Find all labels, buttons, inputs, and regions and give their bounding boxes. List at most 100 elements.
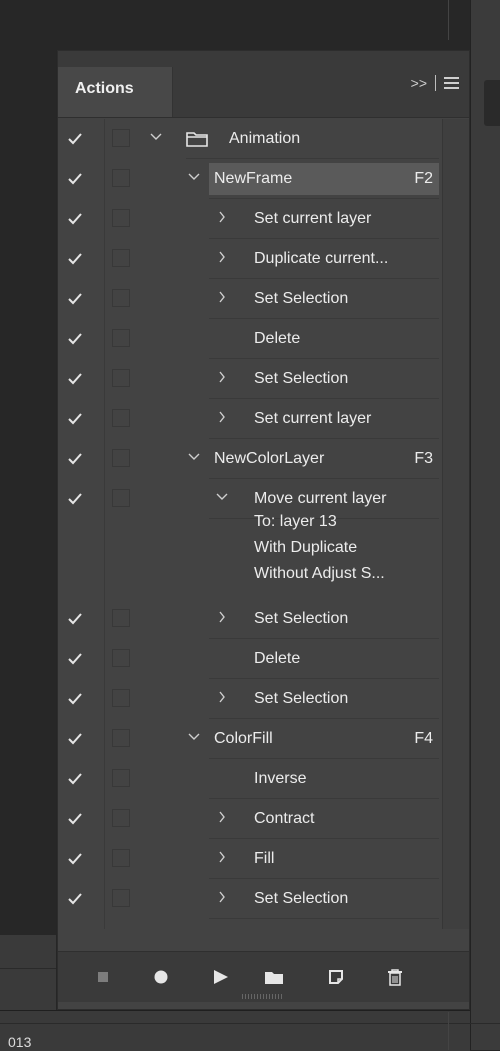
tab-actions-label: Actions <box>75 80 134 97</box>
toggle-dialog-box[interactable] <box>112 209 130 227</box>
stop-icon[interactable] <box>98 968 108 986</box>
toggle-dialog-box[interactable] <box>112 769 130 787</box>
bottom-panel-text: 013 <box>8 1034 32 1050</box>
record-icon[interactable] <box>154 968 168 986</box>
chevron-down-icon[interactable] <box>150 131 162 145</box>
action-step-row[interactable]: Fill <box>58 839 443 879</box>
toggle-dialog-box[interactable] <box>112 369 130 387</box>
chevron-right-icon[interactable] <box>216 291 228 305</box>
action-step-row[interactable]: Set current layer <box>58 399 443 439</box>
chevron-right-icon[interactable] <box>216 611 228 625</box>
toggle-item-checkmark-icon[interactable] <box>68 172 82 186</box>
action-step-row[interactable]: Set Selection <box>58 359 443 399</box>
chevron-right-icon[interactable] <box>216 251 228 265</box>
action-set-row[interactable]: Animation <box>58 119 443 159</box>
chevron-right-icon[interactable] <box>216 411 228 425</box>
toggle-dialog-box[interactable] <box>112 849 130 867</box>
chevron-right-icon[interactable] <box>216 811 228 825</box>
chevron-down-icon[interactable] <box>188 171 200 185</box>
action-step-row[interactable]: Duplicate current... <box>58 239 443 279</box>
action-step-detail: To: layer 13 <box>254 513 337 530</box>
new-action-icon[interactable] <box>328 968 344 986</box>
toggle-item-checkmark-icon[interactable] <box>68 732 82 746</box>
toggle-dialog-box[interactable] <box>112 169 130 187</box>
play-icon[interactable] <box>213 968 229 986</box>
toggle-item-checkmark-icon[interactable] <box>68 652 82 666</box>
chevron-right-icon[interactable] <box>216 371 228 385</box>
chevron-right-icon[interactable] <box>216 211 228 225</box>
toggle-item-checkmark-icon[interactable] <box>68 892 82 906</box>
action-step-row[interactable]: Move current layer <box>58 479 443 519</box>
toggle-dialog-box[interactable] <box>112 649 130 667</box>
action-step-row[interactable]: Contract <box>58 799 443 839</box>
toggle-item-checkmark-icon[interactable] <box>68 692 82 706</box>
new-set-folder-icon[interactable] <box>264 968 284 986</box>
toggle-dialog-box[interactable] <box>112 489 130 507</box>
toggle-dialog-box[interactable] <box>112 129 130 147</box>
shortcut-key: F2 <box>414 170 433 187</box>
toggle-dialog-box[interactable] <box>112 809 130 827</box>
action-step-row[interactable]: Set Selection <box>58 679 443 719</box>
app-canvas-left <box>0 0 56 1050</box>
toggle-dialog-box[interactable] <box>112 729 130 747</box>
toggle-dialog-box[interactable] <box>112 249 130 267</box>
toggle-dialog-box[interactable] <box>112 409 130 427</box>
chevron-right-icon[interactable] <box>216 691 228 705</box>
toggle-item-checkmark-icon[interactable] <box>68 252 82 266</box>
action-label: Delete <box>254 330 301 347</box>
action-label: Set Selection <box>254 370 349 387</box>
action-step-row[interactable]: Set Selection <box>58 879 443 919</box>
action-label: Set current layer <box>254 210 372 227</box>
toggle-item-checkmark-icon[interactable] <box>68 452 82 466</box>
action-step-row[interactable]: Set Selection <box>58 279 443 319</box>
toggle-dialog-box[interactable] <box>112 329 130 347</box>
action-label: Inverse <box>254 770 307 787</box>
action-row[interactable]: NewFrame F2 <box>58 159 443 199</box>
toggle-dialog-box[interactable] <box>112 889 130 907</box>
chevron-down-icon[interactable] <box>188 451 200 465</box>
toggle-item-checkmark-icon[interactable] <box>68 492 82 506</box>
action-step-row[interactable]: Delete <box>58 639 443 679</box>
action-step-row[interactable]: Set Selection <box>58 599 443 639</box>
toggle-dialog-box[interactable] <box>112 449 130 467</box>
resize-grip[interactable] <box>242 994 282 999</box>
toggle-item-checkmark-icon[interactable] <box>68 852 82 866</box>
toggle-dialog-box[interactable] <box>112 289 130 307</box>
bottom-panel <box>0 1010 470 1051</box>
chevron-down-icon[interactable] <box>188 731 200 745</box>
scrollbar[interactable] <box>442 119 469 929</box>
toggle-item-checkmark-icon[interactable] <box>68 212 82 226</box>
toggle-item-checkmark-icon[interactable] <box>68 812 82 826</box>
toggle-item-checkmark-icon[interactable] <box>68 332 82 346</box>
trash-icon[interactable] <box>387 968 403 986</box>
shortcut-key: F3 <box>414 450 433 467</box>
action-label: Set Selection <box>254 290 349 307</box>
tab-actions[interactable]: Actions <box>58 67 173 117</box>
header-separator <box>435 75 436 91</box>
action-row[interactable]: NewColorLayer F3 <box>58 439 443 479</box>
action-step-row[interactable]: Set current layer <box>58 199 443 239</box>
toggle-dialog-box[interactable] <box>112 609 130 627</box>
toggle-item-checkmark-icon[interactable] <box>68 612 82 626</box>
action-label: Set Selection <box>254 690 349 707</box>
expand-panels-icon[interactable]: >> <box>411 75 427 91</box>
panel-menu-icon[interactable] <box>444 77 459 89</box>
action-step-row[interactable]: Delete <box>58 319 443 359</box>
chevron-down-icon[interactable] <box>216 491 228 505</box>
toggle-dialog-box[interactable] <box>112 689 130 707</box>
panel-header: Actions >> <box>58 51 469 118</box>
chevron-right-icon[interactable] <box>216 851 228 865</box>
toggle-item-checkmark-icon[interactable] <box>68 132 82 146</box>
chevron-right-icon[interactable] <box>216 891 228 905</box>
toggle-item-checkmark-icon[interactable] <box>68 772 82 786</box>
toggle-item-checkmark-icon[interactable] <box>68 412 82 426</box>
action-label: Set Selection <box>254 610 349 627</box>
toggle-item-checkmark-icon[interactable] <box>68 372 82 386</box>
toggle-item-checkmark-icon[interactable] <box>68 292 82 306</box>
right-dock-tab[interactable] <box>484 80 500 126</box>
action-label: Animation <box>229 130 301 147</box>
action-step-row[interactable]: Inverse <box>58 759 443 799</box>
action-row[interactable]: ColorFill F4 <box>58 719 443 759</box>
action-step-detail: With Duplicate <box>254 539 358 556</box>
shortcut-key: F4 <box>414 730 433 747</box>
